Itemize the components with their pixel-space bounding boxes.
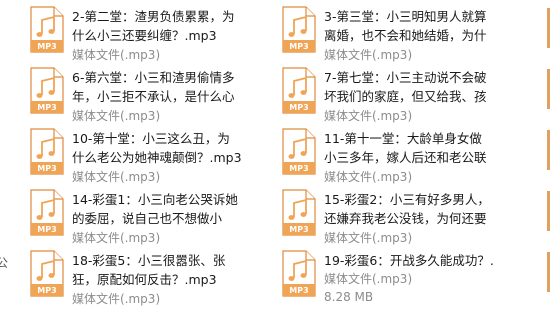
cut-off-filename-fragment: 公 <box>0 256 9 270</box>
file-tile[interactable]: MP3 19-彩蛋6：开战多久能成功？.mp3 媒体文件(.mp3) 8.28 … <box>282 250 494 312</box>
file-name: 7-第七堂：小三主动说不会破坏我们的家庭，但又给我、孩子、老公买东西.mp3 <box>324 70 487 104</box>
file-tile[interactable]: MP3 7-第七堂：小三主动说不会破坏我们的家庭，但又给我、孩子、老公买东西.m… <box>282 67 487 129</box>
file-size: 8.28 MB <box>324 290 374 304</box>
mp3-file-icon: MP3 <box>282 67 316 114</box>
file-name: 15-彩蛋2：小三有好多男人，还嫌弃我老公没钱，为何还要纠缠我老公.mp3 <box>324 192 490 226</box>
file-type: 媒体文件(.mp3) <box>324 170 413 184</box>
svg-text:MP3: MP3 <box>289 286 308 295</box>
file-type: 媒体文件(.mp3) <box>324 272 413 286</box>
svg-text:MP3: MP3 <box>37 164 56 173</box>
file-type: 媒体文件(.mp3) <box>72 170 161 184</box>
mp3-file-icon: MP3 <box>30 250 64 297</box>
file-name: 11-第十一堂：大龄单身女做小三多年，嫁人后还和老公联系，她是什么心理.mp3 <box>324 131 487 165</box>
svg-text:MP3: MP3 <box>289 103 308 112</box>
file-type: 媒体文件(.mp3) <box>72 231 161 245</box>
file-tile[interactable]: MP3 10-第十堂：小三这么丑，为什么老公为她神魂颠倒？.mp3 媒体文件(.… <box>30 128 242 190</box>
file-tile[interactable]: MP3 15-彩蛋2：小三有好多男人，还嫌弃我老公没钱，为何还要纠缠我老公.mp… <box>282 189 490 251</box>
mp3-file-icon: MP3 <box>30 6 64 53</box>
file-type: 媒体文件(.mp3) <box>72 292 161 306</box>
svg-text:MP3: MP3 <box>289 164 308 173</box>
file-type: 媒体文件(.mp3) <box>72 48 161 62</box>
file-type: 媒体文件(.mp3) <box>324 48 413 62</box>
file-name: 14-彩蛋1：小三向老公哭诉她的委屈，说自己也不想做小三，是什么心理.mp3 <box>72 192 238 226</box>
svg-text:MP3: MP3 <box>289 225 308 234</box>
svg-text:MP3: MP3 <box>37 225 56 234</box>
file-name: 3-第三堂：小三明知男人就算离婚，也不会和她结婚，为什么还要纠缠？.mp3 <box>324 9 487 43</box>
file-tile[interactable]: MP3 11-第十一堂：大龄单身女做小三多年，嫁人后还和老公联系，她是什么心理.… <box>282 128 487 190</box>
file-tile[interactable]: MP3 2-第二堂：渣男负债累累，为什么小三还要纠缠？.mp3 媒体文件(.mp… <box>30 6 234 68</box>
mp3-file-icon: MP3 <box>282 6 316 53</box>
svg-text:MP3: MP3 <box>37 286 56 295</box>
file-type: 媒体文件(.mp3) <box>72 109 161 123</box>
svg-text:MP3: MP3 <box>37 103 56 112</box>
mp3-file-icon: MP3 <box>30 67 64 114</box>
file-name: 6-第六堂：小三和渣男偷情多年，小三拒不承认，是什么心理？.mp3 <box>72 70 235 104</box>
mp3-file-icon: MP3 <box>282 189 316 236</box>
file-name: 18-彩蛋5：小三很嚣张、张狂，原配如何反击？.mp3 <box>72 253 226 287</box>
file-explorer-tile-view: 公 MP3 2-第二堂：渣男负债累累，为什么小三还要纠缠？.mp3 媒体文件(.… <box>0 0 550 317</box>
file-tile[interactable]: MP3 14-彩蛋1：小三向老公哭诉她的委屈，说自己也不想做小三，是什么心理.m… <box>30 189 238 251</box>
file-tile[interactable]: MP3 6-第六堂：小三和渣男偷情多年，小三拒不承认，是什么心理？.mp3 媒体… <box>30 67 235 129</box>
file-tile[interactable]: MP3 3-第三堂：小三明知男人就算离婚，也不会和她结婚，为什么还要纠缠？.mp… <box>282 6 487 68</box>
svg-text:MP3: MP3 <box>37 42 56 51</box>
file-name: 19-彩蛋6：开战多久能成功？.mp3 <box>324 253 494 268</box>
mp3-file-icon: MP3 <box>30 128 64 175</box>
file-tile[interactable]: MP3 18-彩蛋5：小三很嚣张、张狂，原配如何反击？.mp3 媒体文件(.mp… <box>30 250 230 312</box>
svg-text:MP3: MP3 <box>289 42 308 51</box>
mp3-file-icon: MP3 <box>30 189 64 236</box>
file-name: 2-第二堂：渣男负债累累，为什么小三还要纠缠？.mp3 <box>72 9 235 43</box>
file-name: 10-第十堂：小三这么丑，为什么老公为她神魂颠倒？.mp3 <box>72 131 242 165</box>
file-type: 媒体文件(.mp3) <box>324 109 413 123</box>
file-type: 媒体文件(.mp3) <box>324 231 413 245</box>
mp3-file-icon: MP3 <box>282 128 316 175</box>
mp3-file-icon: MP3 <box>282 250 316 297</box>
